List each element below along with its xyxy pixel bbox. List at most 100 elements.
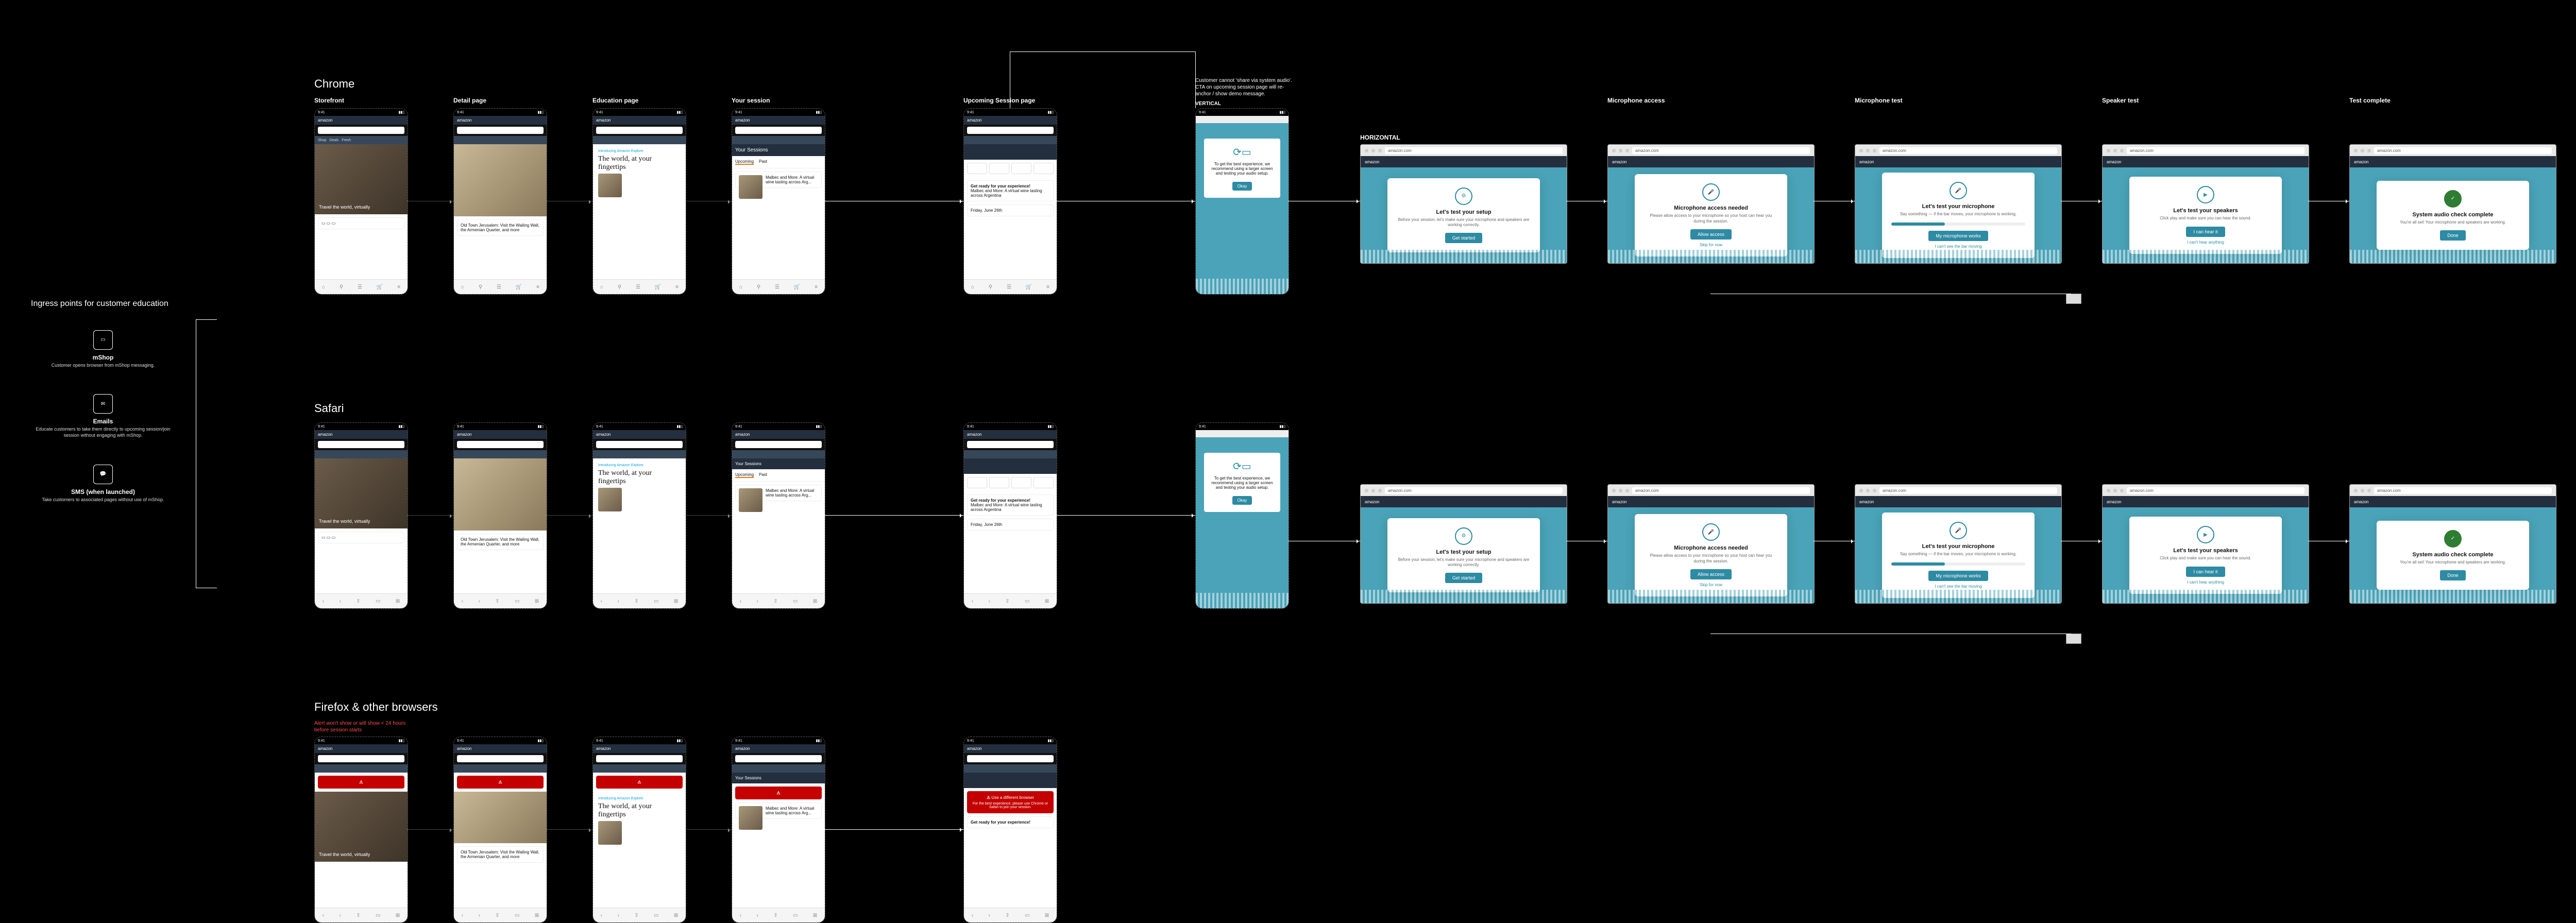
browser-alert[interactable]: ⚠ [318, 776, 404, 789]
chrome-desktop-speaker[interactable]: amazon.comamazon ▶Let's test your speake… [2102, 144, 2309, 264]
safari-session[interactable]: 9:41▮▮▯amazonYour SessionsUpcomingPastMa… [732, 422, 825, 609]
flow-arrow [407, 515, 453, 516]
mic-icon: 🎤 [1702, 183, 1720, 201]
ingress-title: Ingress points for customer education [31, 299, 175, 310]
safari-storefront[interactable]: 9:41▮▮▯amazon Travel the world, virtuall… [314, 422, 408, 609]
upcoming-sub: Malbec and More: A virtual wine tasting … [971, 189, 1042, 198]
flow-arrow [407, 201, 453, 202]
chat-icon: 💬 [93, 465, 113, 484]
modal-title: Let's test your setup [1397, 209, 1531, 215]
vertical-note: Customer cannot 'share via system audio'… [1195, 77, 1298, 107]
session-title: Your Sessions [732, 144, 825, 156]
ingress-desc: Educate customers to take them directly … [31, 426, 175, 438]
other-education[interactable]: 9:41▮▮▯amazon⚠Introducing Amazon Explore… [592, 737, 686, 923]
rotate-modal: ⟳▭ To get the best experience, we recomm… [1204, 139, 1280, 198]
col-mic-test: Microphone test [1855, 97, 1903, 104]
play-icon[interactable]: ▶ [2197, 186, 2214, 203]
tab-upcoming[interactable]: Upcoming [735, 159, 754, 165]
flow-arrow [685, 515, 732, 516]
annotation-box [2066, 294, 2081, 304]
safari-upcoming[interactable]: 9:41▮▮▯amazonGet ready for your experien… [963, 422, 1057, 609]
okay-button[interactable]: Okay [1232, 182, 1252, 191]
col-horizontal: HORIZONTAL [1360, 134, 1400, 141]
other-detail[interactable]: 9:41▮▮▯amazon⚠Old Town Jerusalem: Visit … [453, 737, 547, 923]
ingress-label: Emails [31, 418, 175, 425]
chrome-upcoming[interactable]: 9:41▮▮▯ amazon Get ready for your experi… [963, 108, 1057, 295]
status-time: 9:41 [318, 111, 325, 114]
chrome-session[interactable]: 9:41▮▮▯ amazon Your Sessions UpcomingPas… [732, 108, 825, 295]
other-browser-note: Alert won't show or will show < 24 hours… [314, 720, 417, 733]
other-session[interactable]: 9:41▮▮▯amazonYour Sessions⚠Malbec and Mo… [732, 737, 825, 923]
col-detail: Detail page [453, 97, 486, 104]
col-education: Education page [592, 97, 638, 104]
mic-works-button[interactable]: My microphone works [1928, 231, 1988, 241]
col-storefront: Storefront [314, 97, 344, 104]
col-complete: Test complete [2349, 97, 2391, 104]
row-title-other: Firefox & other browsers [314, 700, 438, 714]
row-title-safari: Safari [314, 402, 344, 415]
upcoming-date: Friday, June 26th [967, 204, 1054, 216]
flow-arrow [546, 201, 592, 202]
chrome-detail[interactable]: 9:41▮▮▯ amazon Old Town Jerusalem: Visit… [453, 108, 547, 295]
brand: amazon [318, 118, 332, 123]
ingress-desc: Customer opens browser from mShop messag… [31, 363, 175, 369]
flow-arrow [546, 515, 592, 516]
edu-tag: Introducing Amazon Explore [598, 149, 681, 153]
flow-arrow [685, 829, 732, 830]
storefront-hero[interactable]: Travel the world, virtually [315, 144, 408, 214]
chrome-storefront[interactable]: 9:41▮▮▯ amazon ShopDealsFresh Travel the… [314, 108, 408, 295]
safari-desktop-mic-access[interactable]: amazon.comamazon🎤Microphone access neede… [1607, 484, 1815, 604]
other-storefront[interactable]: 9:41▮▮▯amazon⚠Travel the world, virtuall… [314, 737, 408, 923]
allow-button[interactable]: Allow access [1690, 229, 1732, 240]
ingress-label: SMS (when launched) [31, 488, 175, 495]
mail-icon: ✉ [93, 394, 113, 414]
url-bar[interactable]: amazon.com [1385, 147, 1563, 154]
safari-desktop-speaker[interactable]: amazon.comamazon▶Let's test your speaker… [2102, 484, 2309, 604]
edu-headline: The world, at your fingertips [598, 155, 681, 172]
tab-past[interactable]: Past [759, 159, 767, 165]
chrome-desktop-mic-access[interactable]: amazon.comamazon 🎤Microphone access need… [1607, 144, 1815, 264]
check-icon: ✓ [2444, 190, 2462, 208]
col-mic-access: Microphone access [1607, 97, 1665, 104]
safari-desktop-landing[interactable]: amazon.comamazon⚙Let's test your setupBe… [1360, 484, 1567, 604]
modal-body: Before your session, let's make sure you… [1397, 217, 1531, 228]
chrome-desktop-complete[interactable]: amazon.comamazon ✓System audio check com… [2349, 144, 2556, 264]
safari-desktop-complete[interactable]: amazon.comamazon✓System audio check comp… [2349, 484, 2556, 604]
flow-canvas: Ingress points for customer education ▭ … [0, 0, 2576, 907]
ingress-item-mshop: ▭ mShop Customer opens browser from mSho… [31, 330, 175, 369]
flow-arrow [685, 201, 732, 202]
flow-arrow [824, 829, 963, 830]
chrome-desktop-landing[interactable]: amazon.com amazon ⚙Let's test your setup… [1360, 144, 1567, 264]
ingress-desc: Take customers to associated pages witho… [31, 497, 175, 503]
flow-arrow [824, 515, 963, 516]
skip-link[interactable]: Skip for now [1644, 243, 1778, 247]
chrome-desktop-mic-test[interactable]: amazon.comamazon 🎤Let's test your microp… [1855, 144, 2062, 264]
annotation-box [2066, 634, 2081, 644]
mic-icon: 🎤 [1950, 182, 1967, 199]
safari-desktop-mic-test[interactable]: amazon.comamazon🎤Let's test your microph… [1855, 484, 2062, 604]
note-line: CTA on upcoming session page will re-anc… [1195, 84, 1298, 97]
safari-education[interactable]: 9:41▮▮▯amazonIntroducing Amazon ExploreT… [592, 422, 686, 609]
flow-arrow [546, 829, 592, 830]
flow-loop [1195, 52, 1196, 108]
edu-thumb [598, 174, 622, 197]
get-started-button[interactable]: Get started [1445, 233, 1483, 243]
ingress-item-sms: 💬 SMS (when launched) Take customers to … [31, 465, 175, 503]
upcoming-title: Get ready for your experience! [971, 184, 1030, 189]
safari-vertical-modal[interactable]: 9:41▮▮▯⟳▭To get the best experience, we … [1195, 422, 1289, 609]
session-item[interactable]: Malbec and More: A virtual wine tasting … [735, 172, 822, 188]
promo-card[interactable]: ▭ ▭ ▭ [318, 217, 404, 229]
note-line: VERTICAL [1195, 100, 1298, 107]
other-upcoming[interactable]: 9:41▮▮▯amazon⚠ Use a different browserFo… [963, 737, 1057, 923]
done-button[interactable]: Done [2440, 230, 2466, 241]
browser-alert-full[interactable]: ⚠ Use a different browserFor the best ex… [967, 791, 1054, 813]
search-input[interactable] [318, 127, 404, 134]
ingress-panel: Ingress points for customer education ▭ … [31, 299, 175, 529]
chrome-education[interactable]: 9:41▮▮▯ amazon Introducing Amazon Explor… [592, 108, 686, 295]
hear-button[interactable]: I can hear it [2186, 227, 2225, 237]
chrome-vertical-modal[interactable]: 9:41▮▮▯ ⟳▭ To get the best experience, w… [1195, 108, 1289, 295]
col-session: Your session [732, 97, 770, 104]
flow-arrow [407, 829, 453, 830]
signal-icon: ▮▮▯ [398, 110, 404, 114]
safari-detail[interactable]: 9:41▮▮▯amazonOld Town Jerusalem: Visit t… [453, 422, 547, 609]
